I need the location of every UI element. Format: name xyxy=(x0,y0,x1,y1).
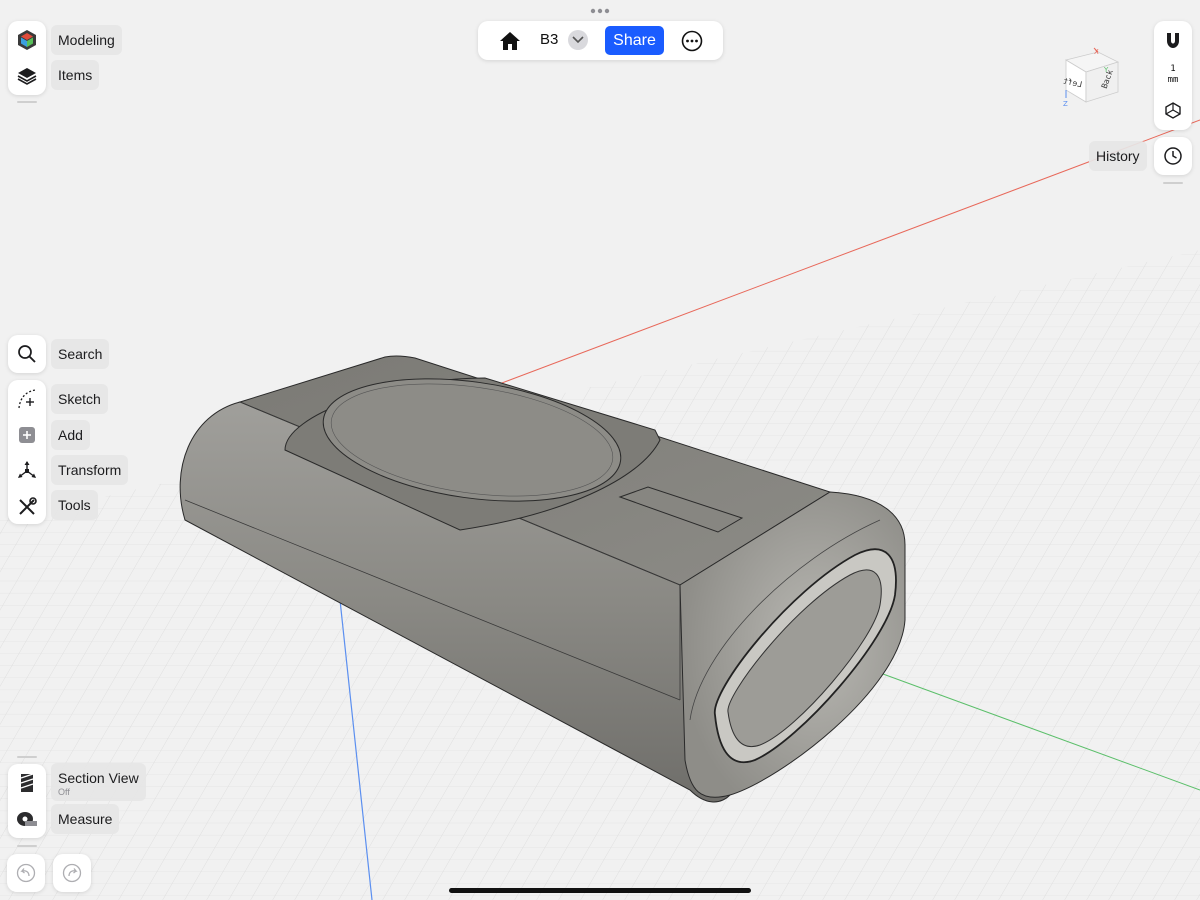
search-icon xyxy=(15,342,39,366)
home-icon[interactable] xyxy=(498,29,522,53)
redo-icon xyxy=(62,863,82,883)
ellipsis-circle-icon[interactable] xyxy=(680,29,704,53)
modeling-icon[interactable] xyxy=(15,28,39,52)
add-label[interactable]: Add xyxy=(51,420,90,450)
sketch-label[interactable]: Sketch xyxy=(51,384,108,414)
divider xyxy=(17,845,37,847)
right-panel: 1 mm xyxy=(1154,21,1192,130)
history-button[interactable] xyxy=(1154,137,1192,175)
units-toggle[interactable]: 1 mm xyxy=(1154,64,1192,86)
undo-button[interactable] xyxy=(7,854,45,892)
undo-icon xyxy=(16,863,36,883)
measure-label[interactable]: Measure xyxy=(51,804,120,834)
left-top-panel xyxy=(8,21,46,95)
measure-tape-icon[interactable] xyxy=(15,807,39,831)
section-view-title: Section View xyxy=(58,770,139,786)
layers-icon[interactable] xyxy=(15,64,39,88)
3d-viewport[interactable] xyxy=(0,0,1200,900)
add-icon[interactable] xyxy=(15,423,39,447)
chevron-down-icon[interactable] xyxy=(568,30,588,50)
units-label: mm xyxy=(1167,75,1179,85)
tools-label[interactable]: Tools xyxy=(51,490,98,520)
home-indicator[interactable] xyxy=(449,888,751,893)
redo-button[interactable] xyxy=(53,854,91,892)
grid-origin-icon[interactable] xyxy=(1161,98,1185,122)
view-cube[interactable]: Left Back Z X Y xyxy=(1058,46,1122,110)
items-label[interactable]: Items xyxy=(51,60,100,90)
cube-axis-x: X xyxy=(1094,48,1099,56)
clock-icon xyxy=(1161,144,1185,168)
transform-label[interactable]: Transform xyxy=(51,455,129,485)
cube-axis-y: Y xyxy=(1103,66,1109,74)
section-view-status: Off xyxy=(58,787,70,797)
search-label[interactable]: Search xyxy=(51,339,110,369)
left-tools-panel xyxy=(8,380,46,524)
document-name[interactable]: B3 xyxy=(540,31,558,48)
magnet-icon[interactable] xyxy=(1161,28,1185,52)
sketch-icon[interactable] xyxy=(15,387,39,411)
cube-axis-z: Z xyxy=(1063,100,1068,108)
divider xyxy=(17,101,37,103)
divider xyxy=(17,756,37,758)
section-view-icon[interactable] xyxy=(15,771,39,795)
units-scale: 1 xyxy=(1170,64,1176,74)
left-bottom-panel xyxy=(8,764,46,838)
transform-icon[interactable] xyxy=(15,459,39,483)
history-label[interactable]: History xyxy=(1089,141,1147,171)
wrench-screwdriver-icon[interactable] xyxy=(15,495,39,519)
divider xyxy=(1163,182,1183,184)
share-button[interactable]: Share xyxy=(605,26,664,55)
modeling-label[interactable]: Modeling xyxy=(51,25,122,55)
top-toolbar: B3 Share xyxy=(478,21,723,60)
search-button[interactable] xyxy=(8,335,46,373)
grabber-dots-icon[interactable] xyxy=(590,8,610,14)
